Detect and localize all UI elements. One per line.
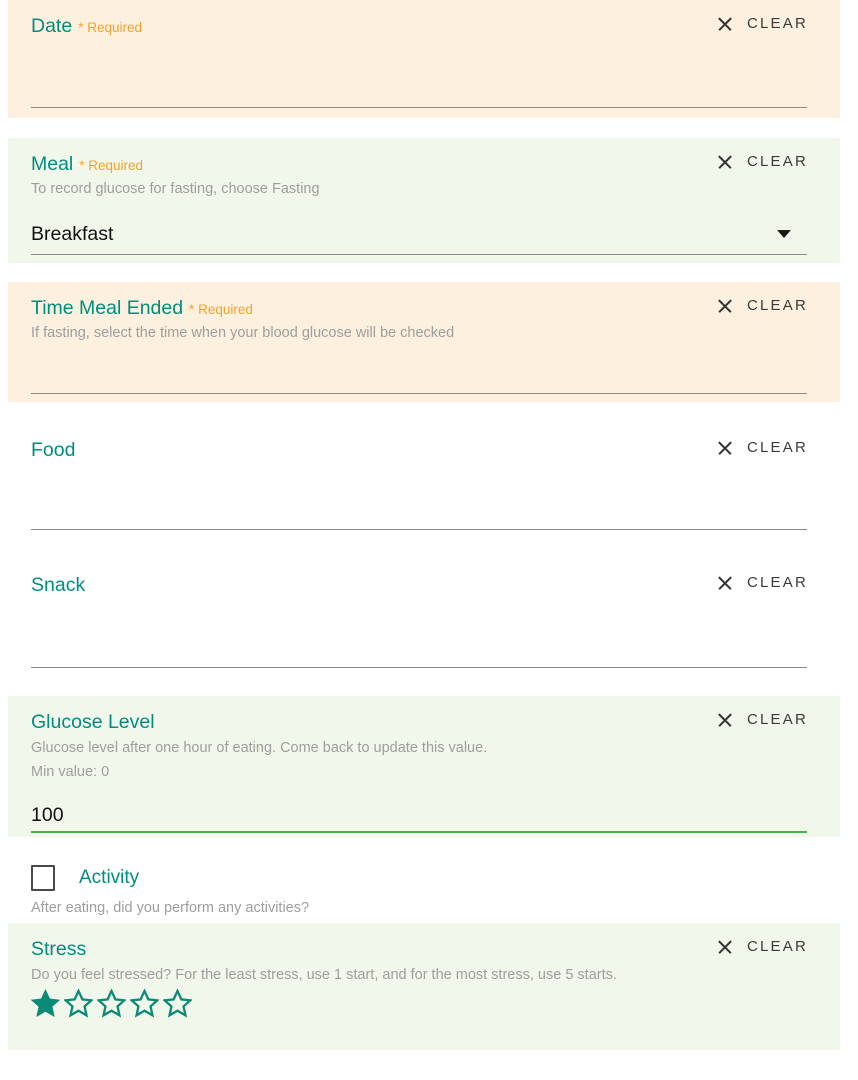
clear-button-meal[interactable]: CLEAR <box>717 152 808 170</box>
field-time-meal-ended-label-group: Time Meal Ended * Required <box>31 296 253 320</box>
field-time-meal-ended-input-area[interactable] <box>31 371 807 394</box>
star-outline-icon[interactable] <box>163 989 192 1018</box>
field-snack-label-group: Snack <box>31 573 91 597</box>
clear-button-snack[interactable]: CLEAR <box>717 573 808 591</box>
field-activity-hint: After eating, did you perform any activi… <box>31 900 310 916</box>
field-time-meal-ended-underline <box>31 393 807 394</box>
clear-button-glucose-level-label: CLEAR <box>746 711 808 728</box>
field-snack-header: Snack CLEAR <box>31 573 822 597</box>
field-meal-required-tag: * Required <box>79 158 144 173</box>
field-time-meal-ended-label: Time Meal Ended <box>31 297 184 319</box>
field-glucose-level: Glucose Level CLEAR Glucose level after … <box>8 696 840 837</box>
spacer <box>0 837 858 849</box>
field-meal-hint: To record glucose for fasting, choose Fa… <box>31 181 320 197</box>
field-stress-header: Stress CLEAR <box>31 937 822 961</box>
field-glucose-level-input-area[interactable]: 100 <box>31 803 807 833</box>
close-icon <box>717 298 733 314</box>
clear-button-stress[interactable]: CLEAR <box>717 937 808 955</box>
star-filled-icon[interactable] <box>31 989 60 1018</box>
meal-select[interactable]: Breakfast <box>31 222 807 246</box>
field-food-header: Food CLEAR <box>31 438 822 462</box>
field-snack-input-area[interactable] <box>31 645 807 668</box>
field-stress-hint: Do you feel stressed? For the least stre… <box>31 967 617 983</box>
field-glucose-level-label-group: Glucose Level <box>31 710 161 734</box>
clear-button-meal-label: CLEAR <box>746 153 808 170</box>
clear-button-time-meal-ended-label: CLEAR <box>746 297 808 314</box>
field-date-value <box>31 83 807 107</box>
field-meal-label: Meal <box>31 153 74 175</box>
field-stress-label: Stress <box>31 938 87 960</box>
field-date-label: Date <box>31 15 73 37</box>
field-activity: Activity After eating, did you perform a… <box>8 849 840 917</box>
field-meal: Meal * Required CLEAR To record glucose … <box>8 138 840 263</box>
field-snack-label: Snack <box>31 574 86 596</box>
field-food: Food CLEAR <box>8 424 840 534</box>
field-time-meal-ended: Time Meal Ended * Required CLEAR If fast… <box>8 282 840 402</box>
close-icon <box>717 440 733 456</box>
field-snack: Snack CLEAR <box>8 559 840 672</box>
clear-button-date[interactable]: CLEAR <box>717 14 808 32</box>
field-time-meal-ended-header: Time Meal Ended * Required CLEAR <box>31 296 822 320</box>
field-time-meal-ended-hint: If fasting, select the time when your bl… <box>31 325 455 341</box>
spacer <box>0 263 858 282</box>
field-glucose-level-header: Glucose Level CLEAR <box>31 710 822 734</box>
field-glucose-level-hint: Glucose level after one hour of eating. … <box>31 740 488 756</box>
field-glucose-level-label: Glucose Level <box>31 711 155 733</box>
field-snack-underline <box>31 667 807 668</box>
clear-button-time-meal-ended[interactable]: CLEAR <box>717 296 808 314</box>
field-date-underline <box>31 107 807 108</box>
star-outline-icon[interactable] <box>97 989 126 1018</box>
field-time-meal-ended-required-tag: * Required <box>189 302 253 317</box>
field-glucose-level-value: 100 <box>31 804 64 826</box>
close-icon <box>717 712 733 728</box>
star-outline-icon[interactable] <box>64 989 93 1018</box>
field-meal-value: Breakfast <box>31 223 114 245</box>
field-activity-label: Activity <box>79 867 140 888</box>
spacer <box>0 672 858 696</box>
field-food-label: Food <box>31 439 76 461</box>
field-date: Date * Required CLEAR <box>8 0 840 118</box>
spacer <box>0 534 858 559</box>
field-meal-underline <box>31 254 807 255</box>
field-meal-input-area[interactable]: Breakfast <box>31 222 807 255</box>
activity-checkbox[interactable] <box>31 865 55 891</box>
field-snack-value <box>31 645 807 667</box>
field-date-required-tag: * Required <box>78 20 142 35</box>
field-meal-label-group: Meal * Required <box>31 152 143 176</box>
field-food-label-group: Food <box>31 438 81 462</box>
glucose-log-form: Date * Required CLEAR Meal * Required CL… <box>0 0 858 1050</box>
star-outline-icon[interactable] <box>130 989 159 1018</box>
field-food-value <box>31 507 807 529</box>
field-glucose-level-underline <box>31 831 807 833</box>
clear-button-stress-label: CLEAR <box>746 938 808 955</box>
clear-button-glucose-level[interactable]: CLEAR <box>717 710 808 728</box>
close-icon <box>717 939 733 955</box>
chevron-down-icon[interactable] <box>777 230 791 238</box>
field-stress-label-group: Stress <box>31 937 92 961</box>
clear-button-date-label: CLEAR <box>746 15 808 32</box>
clear-button-snack-label: CLEAR <box>746 574 808 591</box>
field-meal-header: Meal * Required CLEAR <box>31 152 822 176</box>
stress-rating[interactable] <box>31 987 822 1018</box>
field-glucose-level-min-hint: Min value: 0 <box>31 764 110 780</box>
close-icon <box>717 154 733 170</box>
field-date-label-group: Date * Required <box>31 14 142 38</box>
field-food-input-area[interactable] <box>31 507 807 530</box>
activity-checkbox-row[interactable]: Activity <box>31 863 822 891</box>
spacer <box>0 402 858 424</box>
field-time-meal-ended-value <box>31 371 807 393</box>
field-date-header: Date * Required CLEAR <box>31 14 822 38</box>
spacer <box>0 118 858 138</box>
close-icon <box>717 575 733 591</box>
field-food-underline <box>31 529 807 530</box>
clear-button-food-label: CLEAR <box>746 439 808 456</box>
close-icon <box>717 16 733 32</box>
clear-button-food[interactable]: CLEAR <box>717 438 808 456</box>
field-date-input-area[interactable] <box>31 83 807 108</box>
field-stress: Stress CLEAR Do you feel stressed? For t… <box>8 923 840 1050</box>
